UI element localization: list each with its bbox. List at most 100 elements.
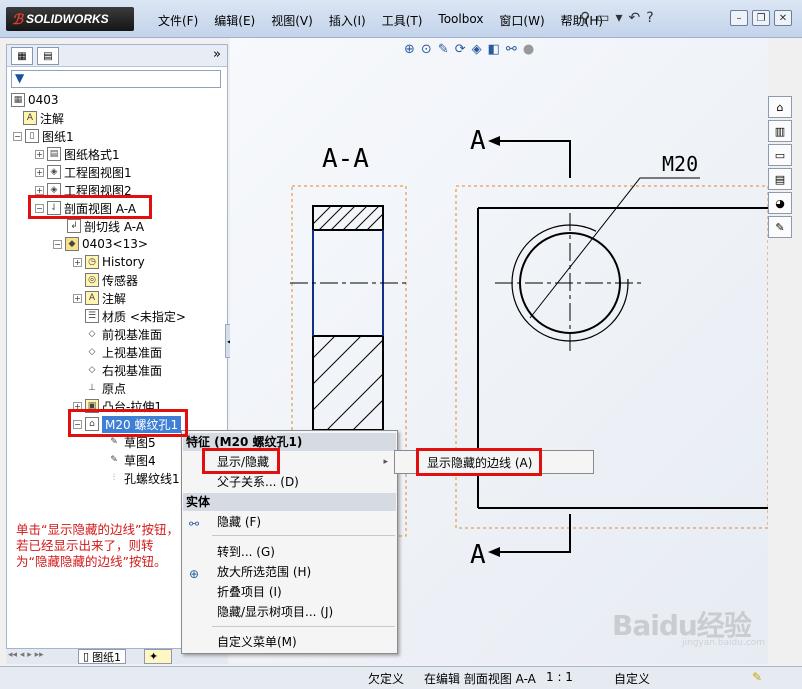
menu-window[interactable]: 窗口(W) [491,10,552,31]
drawing-view-icon: ◈ [47,165,61,179]
expand-toggle-icon[interactable]: + [73,257,82,267]
menu-toolbox[interactable]: Toolbox [430,10,491,31]
menu-item-goto[interactable]: 转到... (G) [183,542,396,562]
origin-icon: ⊥ [85,381,99,395]
rebuild-icon[interactable]: ⟳ [455,42,466,57]
tree-sketch4[interactable]: ✎ 草图4 [107,451,156,469]
menu-item-hide-show-tree[interactable]: 隐藏/显示树项目... (J) [183,602,396,622]
filter-icon: ▼ [15,71,25,85]
expand-toggle-icon[interactable]: + [35,167,44,177]
menu-separator [212,626,395,627]
task-pane-toolbar: ⌂ ▥ ▭ ▤ ◕ ✎ [768,96,794,240]
quick-tips-icon[interactable]: ✎ [752,670,762,684]
expand-toggle-icon[interactable]: + [73,293,82,303]
help-icon[interactable]: ? [646,10,653,26]
tree-sensors[interactable]: ◎ 传感器 [85,271,138,289]
status-scale: 1 : 1 [546,670,573,684]
custom-properties-icon[interactable]: ✎ [768,216,792,238]
menu-edit[interactable]: 编辑(E) [206,10,263,31]
appearance-icon[interactable]: ● [523,42,534,57]
cut-line [500,140,571,553]
expand-toggle-icon[interactable]: + [35,185,44,195]
display-style-icon[interactable]: ◧ [488,42,500,57]
expand-toggle-icon[interactable]: + [35,149,44,159]
cut-label-top: A [470,126,486,156]
design-library-icon[interactable]: ▥ [768,120,792,142]
cut-arrow-top [488,136,500,146]
status-custom-units[interactable]: 自定义 [614,670,650,687]
previous-view-icon[interactable]: ✎ [438,42,449,57]
sketch-icon: ✎ [107,453,121,467]
menu-file[interactable]: 文件(F) [150,10,206,31]
menu-item-collapse-items[interactable]: 折叠项目 (I) [183,582,396,602]
expand-panel-icon[interactable]: » [213,47,221,62]
tree-top-plane[interactable]: ◇ 上视基准面 [85,343,162,361]
annotation-icon: A [85,291,99,305]
tree-history[interactable]: + ◷ History [73,253,145,271]
plane-icon: ◇ [85,327,99,341]
drawing-icon: ▦ [11,93,25,107]
sheet-nav-arrows-icon[interactable]: ◂◂ ◂ ▸ ▸▸ [8,650,44,660]
menu-item-customize[interactable]: 自定义菜单(M) [183,632,396,652]
view-orientation-icon[interactable]: ◈ [472,42,482,57]
tree-right-plane[interactable]: ◇ 右视基准面 [85,361,162,379]
context-menu-header-body: 实体 [183,493,396,511]
restore-icon[interactable]: ❐ [752,10,770,26]
tree-annotations[interactable]: A 注解 [23,109,64,127]
plane-icon: ◇ [85,345,99,359]
plane-icon: ◇ [85,363,99,377]
menu-tools[interactable]: 工具(T) [374,10,431,31]
menu-view[interactable]: 视图(V) [263,10,321,31]
sheet-tab[interactable]: ▯ 图纸1 [78,649,127,664]
minimize-icon[interactable]: – [730,10,748,26]
main-view-boundary [455,185,769,529]
highlight-show-hide [202,448,280,474]
section-label: A-A [322,144,369,174]
tree-sheet-format[interactable]: + ▤ 图纸格式1 [35,145,120,163]
tree-thread-line[interactable]: ⫶ 孔螺纹线1 [107,469,180,487]
annotation-icon: A [23,111,37,125]
sketch-icon: ✎ [107,435,121,449]
menu-insert[interactable]: 插入(I) [321,10,374,31]
collapse-toggle-icon[interactable]: − [13,131,22,141]
menu-item-zoom-selection[interactable]: ⊕ 放大所选范围 (H) [183,562,396,582]
title-bar: ℬ SOLIDWORKS 文件(F) 编辑(E) 视图(V) 插入(I) 工具(T… [0,0,802,38]
baidu-watermark: Baidu经验 jingyan.baidu.com [612,609,766,648]
view-palette-icon[interactable]: ▤ [768,168,792,190]
new-document-icon[interactable]: ▭ [596,10,609,26]
appearances-icon[interactable]: ◕ [768,192,792,214]
tree-material[interactable]: ☰ 材质 <未指定> [85,307,186,325]
menu-item-parent-child[interactable]: 父子关系... (D) [183,472,396,492]
tree-view1[interactable]: + ◈ 工程图视图1 [35,163,132,181]
file-explorer-icon[interactable]: ▭ [768,144,792,166]
thread-callout: M20 [662,152,699,176]
heads-up-view-toolbar: ⊕ ⊙ ✎ ⟳ ◈ ◧ ⚯ ● [404,42,534,57]
tree-root[interactable]: ▦ 0403 [11,91,59,109]
menu-item-hide[interactable]: ⚯ 隐藏 (F) [183,512,396,532]
tree-cut-line[interactable]: ↲ 剖切线 A-A [67,217,144,235]
feature-manager-tab-icon[interactable]: ▦ [11,47,33,65]
zoom-area-icon[interactable]: ⊙ [421,42,432,57]
solidworks-logo[interactable]: ℬ SOLIDWORKS [6,7,134,31]
tree-origin[interactable]: ⊥ 原点 [85,379,126,397]
close-icon[interactable]: ✕ [774,10,792,26]
tree-front-plane[interactable]: ◇ 前视基准面 [85,325,162,343]
tree-part-annotations[interactable]: + A 注解 [73,289,126,307]
sensor-icon: ◎ [85,273,99,287]
tree-filter-input[interactable]: ▼ [11,70,221,88]
zoom-fit-icon[interactable]: ⊕ [404,42,415,57]
status-bar: 欠定义 在编辑 剖面视图 A-A 1 : 1 自定义 ✎ [0,666,802,689]
hide-show-items-icon[interactable]: ⚯ [506,42,517,57]
property-manager-tab-icon[interactable]: ▤ [37,47,59,65]
open-folder-icon[interactable]: ▾ [616,10,623,26]
add-sheet-tab-icon[interactable]: ✦ [144,649,172,664]
status-underdefined: 欠定义 [368,672,405,686]
undo-icon[interactable]: ↶ [629,10,641,26]
home-icon[interactable]: ⌂ [768,96,792,118]
quick-access-toolbar: ⚲ ▭ ▾ ↶ ? [580,10,654,26]
pin-icon[interactable]: ⚲ [580,10,590,26]
tree-part[interactable]: − ◆ 0403<13> [53,235,148,253]
tree-sheet[interactable]: − ▯ 图纸1 [13,127,74,145]
highlight-hole-feature [68,409,188,437]
collapse-toggle-icon[interactable]: − [53,239,62,249]
